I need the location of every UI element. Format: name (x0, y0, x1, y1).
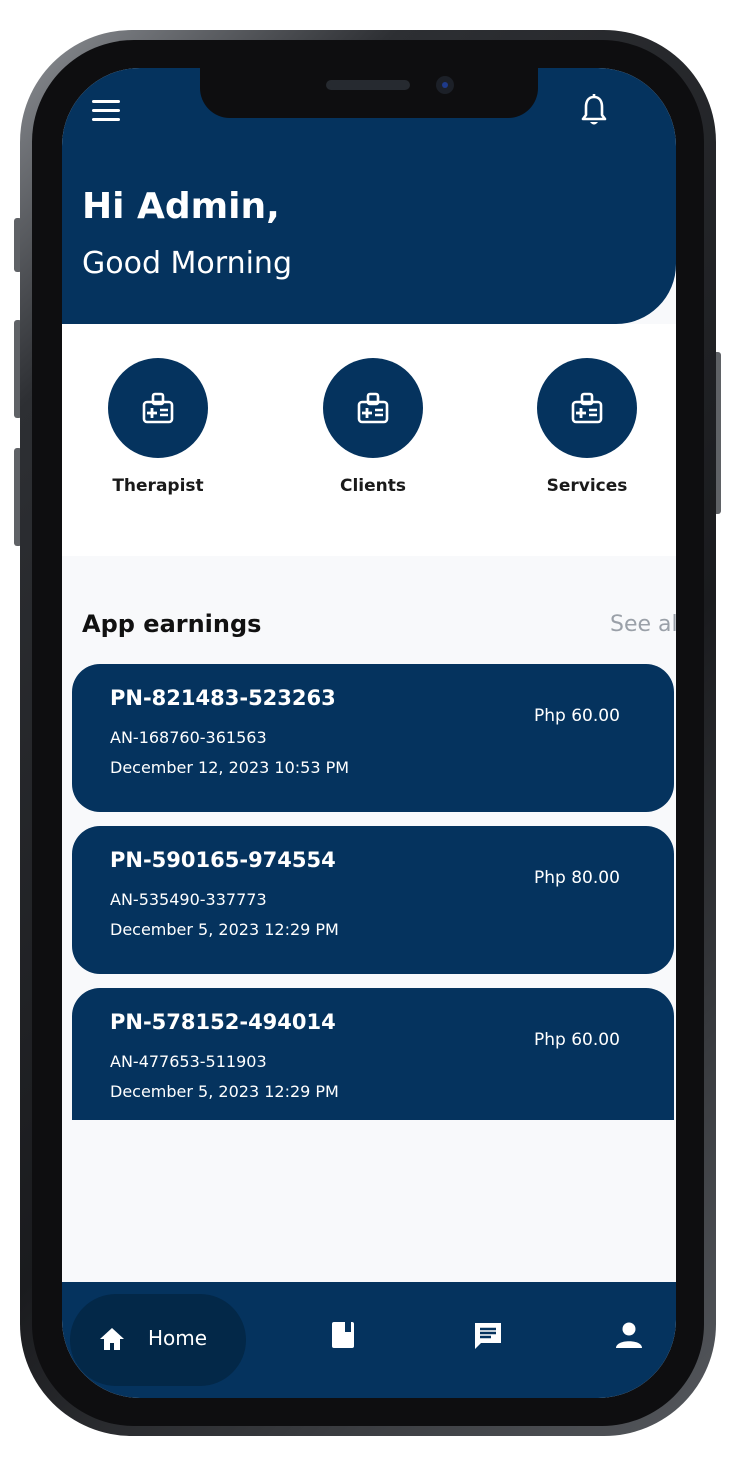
shortcut-label: Therapist (112, 476, 204, 496)
earnings-title: App earnings (82, 610, 262, 638)
shortcut-circle (537, 358, 637, 458)
person-icon[interactable] (614, 1320, 644, 1350)
speaker-grille (326, 80, 410, 90)
earning-amount: Php 60.00 (534, 1030, 620, 1050)
medical-badge-icon (142, 392, 174, 424)
shortcut-clients[interactable]: Clients (303, 358, 443, 496)
bell-icon[interactable] (580, 94, 608, 128)
chat-icon[interactable] (472, 1320, 504, 1352)
earning-amount: Php 80.00 (534, 868, 620, 888)
bottom-nav: Home (62, 1282, 676, 1398)
payment-number: PN-590165-974554 (110, 848, 336, 872)
shortcut-circle (323, 358, 423, 458)
menu-icon[interactable] (92, 100, 120, 122)
shortcut-label: Services (546, 476, 628, 496)
earning-date: December 5, 2023 12:29 PM (110, 920, 339, 939)
account-number: AN-168760-361563 (110, 728, 267, 747)
front-camera (436, 76, 454, 94)
earning-date: December 12, 2023 10:53 PM (110, 758, 350, 777)
greeting-title: Hi Admin, (82, 186, 280, 227)
earning-card[interactable]: PN-821483-523263 AN-168760-361563 Decemb… (72, 664, 674, 812)
earning-card[interactable]: PN-590165-974554 AN-535490-337773 Decemb… (72, 826, 674, 974)
payment-number: PN-821483-523263 (110, 686, 336, 710)
account-number: AN-477653-511903 (110, 1052, 267, 1071)
book-icon[interactable] (330, 1320, 356, 1350)
home-icon (100, 1328, 124, 1350)
shortcut-therapist[interactable]: Therapist (88, 358, 228, 496)
app-screen: Hi Admin, Good Morning Therapist Clients… (62, 68, 676, 1398)
shortcut-label: Clients (339, 476, 406, 496)
phone-notch (200, 68, 538, 118)
nav-home-button[interactable]: Home (70, 1294, 246, 1386)
nav-home-label: Home (148, 1326, 208, 1350)
payment-number: PN-578152-494014 (110, 1010, 336, 1034)
greeting-subtitle: Good Morning (82, 246, 292, 281)
medical-badge-icon (357, 392, 389, 424)
shortcut-circle (108, 358, 208, 458)
earning-amount: Php 60.00 (534, 706, 620, 726)
shortcut-panel: Therapist Clients Services (62, 324, 676, 556)
shortcut-services[interactable]: Services (517, 358, 657, 496)
earning-date: December 5, 2023 12:29 PM (110, 1082, 339, 1101)
earning-card[interactable]: PN-578152-494014 AN-477653-511903 Decemb… (72, 988, 674, 1120)
see-all-link[interactable]: See all (610, 612, 676, 637)
medical-badge-icon (571, 392, 603, 424)
account-number: AN-535490-337773 (110, 890, 267, 909)
